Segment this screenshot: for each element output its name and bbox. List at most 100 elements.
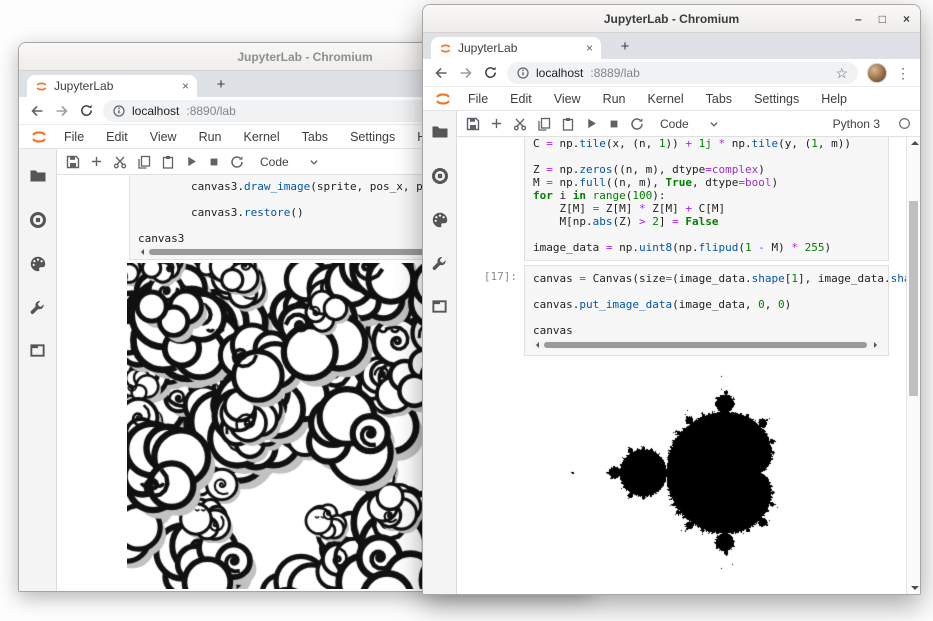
jupyterlab-sidebar — [19, 149, 57, 591]
tab-close-icon[interactable]: × — [586, 41, 593, 55]
paste-cells-icon[interactable] — [561, 117, 575, 131]
menu-edit[interactable]: Edit — [95, 130, 139, 144]
chevron-down-icon[interactable] — [309, 157, 319, 167]
kernel-name[interactable]: Python 3 — [833, 117, 880, 131]
file-browser-icon[interactable] — [29, 167, 47, 185]
add-cell-icon[interactable] — [90, 155, 103, 168]
menu-run[interactable]: Run — [592, 92, 637, 106]
forward-icon[interactable] — [458, 65, 474, 81]
profile-avatar[interactable] — [867, 63, 887, 83]
code-cell[interactable]: C = np.tile(x, (n, 1)) + 1j * np.tile(y,… — [524, 137, 889, 261]
menu-file[interactable]: File — [457, 92, 499, 106]
property-inspector-icon[interactable] — [29, 299, 46, 316]
browser-toolbar: localhost:8889/lab ☆ ⋮ — [423, 59, 920, 87]
jupyter-favicon-icon — [439, 42, 452, 55]
run-cell-icon[interactable] — [185, 155, 198, 168]
v-scroll-thumb[interactable] — [909, 201, 918, 396]
menu-tabs[interactable]: Tabs — [291, 130, 339, 144]
cut-cells-icon[interactable] — [113, 155, 127, 169]
restart-kernel-icon[interactable] — [630, 117, 644, 131]
close-button[interactable]: × — [903, 13, 910, 25]
back-icon[interactable] — [433, 65, 449, 81]
window-title: JupyterLab - Chromium — [237, 50, 372, 64]
tab-title: JupyterLab — [458, 41, 580, 55]
save-icon[interactable] — [66, 155, 80, 169]
open-tabs-icon[interactable] — [29, 342, 46, 359]
h-scroll-thumb[interactable] — [544, 342, 867, 348]
back-icon[interactable] — [29, 103, 45, 119]
menu-settings[interactable]: Settings — [339, 130, 406, 144]
url-path: :8890/lab — [186, 104, 235, 118]
cell-type-dropdown[interactable]: Code — [260, 155, 289, 169]
menu-run[interactable]: Run — [188, 130, 233, 144]
reload-icon[interactable] — [79, 103, 94, 118]
jupyterlab-sidebar — [423, 111, 457, 594]
property-inspector-icon[interactable] — [431, 255, 448, 272]
copy-cells-icon[interactable] — [137, 155, 151, 169]
cut-cells-icon[interactable] — [513, 117, 527, 131]
jupyter-favicon-icon — [35, 80, 48, 93]
jupyterlab-menubar: File Edit View Run Kernel Tabs Settings … — [423, 87, 920, 111]
interrupt-kernel-icon[interactable] — [608, 118, 620, 130]
cell-type-dropdown[interactable]: Code — [660, 117, 689, 131]
desktop: JupyterLab - Chromium JupyterLab × + — [0, 0, 933, 621]
command-palette-icon[interactable] — [431, 211, 449, 229]
tab-close-icon[interactable]: × — [182, 79, 189, 93]
browser-tab[interactable]: JupyterLab × — [27, 75, 197, 97]
copy-cells-icon[interactable] — [537, 117, 551, 131]
reload-icon[interactable] — [483, 65, 498, 80]
menu-settings[interactable]: Settings — [743, 92, 810, 106]
url-bar[interactable]: localhost:8889/lab ☆ — [507, 62, 858, 84]
url-host: localhost — [132, 104, 179, 118]
info-icon[interactable] — [113, 105, 125, 117]
new-tab-button[interactable]: + — [211, 74, 231, 94]
menu-view[interactable]: View — [543, 92, 592, 106]
output-canvas-mandelbrot — [523, 356, 883, 594]
run-cell-icon[interactable] — [585, 117, 598, 130]
running-sessions-icon[interactable] — [431, 167, 449, 185]
titlebar[interactable]: JupyterLab - Chromium – □ × — [423, 5, 920, 33]
scroll-left-icon[interactable] — [138, 249, 144, 255]
window-front-jupyterlab[interactable]: JupyterLab - Chromium – □ × JupyterLab ×… — [422, 4, 921, 595]
minimize-button[interactable]: – — [855, 13, 862, 25]
maximize-button[interactable]: □ — [879, 13, 886, 25]
browser-tab[interactable]: JupyterLab × — [431, 37, 601, 59]
chevron-down-icon[interactable] — [709, 119, 719, 129]
scroll-left-icon[interactable] — [533, 342, 539, 348]
kernel-status-icon[interactable] — [898, 117, 911, 130]
menu-tabs[interactable]: Tabs — [695, 92, 743, 106]
running-sessions-icon[interactable] — [29, 211, 47, 229]
menu-edit[interactable]: Edit — [499, 92, 543, 106]
window-title: JupyterLab - Chromium — [604, 12, 739, 26]
jupyter-logo-icon — [30, 128, 48, 146]
paste-cells-icon[interactable] — [161, 155, 175, 169]
jupyter-logo-icon — [434, 90, 452, 108]
cell-h-scrollbar[interactable] — [533, 341, 880, 349]
add-cell-icon[interactable] — [490, 117, 503, 130]
interrupt-kernel-icon[interactable] — [208, 156, 220, 168]
code-cell[interactable]: canvas = Canvas(size=(image_data.shape[1… — [524, 265, 889, 356]
notebook-v-scrollbar[interactable] — [906, 137, 920, 594]
menu-file[interactable]: File — [53, 130, 95, 144]
forward-icon[interactable] — [54, 103, 70, 119]
info-icon[interactable] — [517, 67, 529, 79]
save-icon[interactable] — [466, 117, 480, 131]
menu-kernel[interactable]: Kernel — [233, 130, 291, 144]
notebook-toolbar: Code Python 3 — [457, 111, 920, 137]
tab-title: JupyterLab — [54, 79, 176, 93]
restart-kernel-icon[interactable] — [230, 155, 244, 169]
browser-menu-icon[interactable]: ⋮ — [896, 66, 910, 80]
menu-help[interactable]: Help — [810, 92, 858, 106]
scroll-up-icon[interactable] — [911, 141, 919, 145]
scroll-right-icon[interactable] — [874, 342, 880, 348]
notebook-content[interactable]: C = np.tile(x, (n, 1)) + 1j * np.tile(y,… — [457, 137, 920, 594]
menu-kernel[interactable]: Kernel — [637, 92, 695, 106]
url-host: localhost — [536, 66, 583, 80]
bookmark-star-icon[interactable]: ☆ — [835, 66, 848, 80]
command-palette-icon[interactable] — [29, 255, 47, 273]
scroll-down-icon[interactable] — [911, 586, 919, 590]
file-browser-icon[interactable] — [431, 123, 449, 141]
menu-view[interactable]: View — [139, 130, 188, 144]
new-tab-button[interactable]: + — [615, 36, 635, 56]
open-tabs-icon[interactable] — [431, 298, 448, 315]
